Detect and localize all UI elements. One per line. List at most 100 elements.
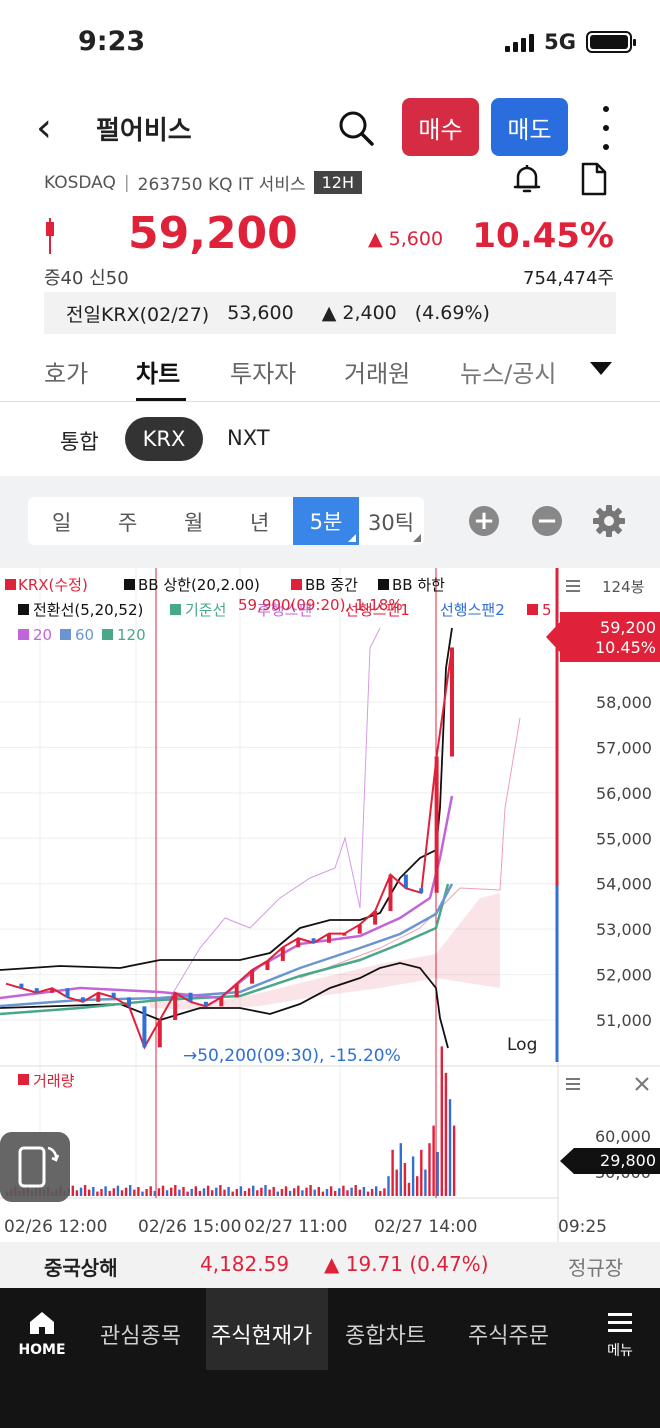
x-label-4: 02/27 14:00 bbox=[374, 1217, 477, 1237]
krx-label: 전일KRX(02/27) bbox=[66, 303, 210, 326]
period-month[interactable]: 월 bbox=[184, 507, 203, 537]
price-candle bbox=[80, 997, 85, 1002]
volume-tag: 29,800 bbox=[560, 1148, 660, 1174]
chart-menu-icon[interactable] bbox=[566, 580, 580, 592]
volume-menu-icon[interactable] bbox=[566, 1078, 580, 1090]
index-change: ▲ 19.71 (0.47%) bbox=[324, 1252, 489, 1276]
more-options-icon[interactable] bbox=[596, 106, 616, 150]
search-icon[interactable] bbox=[336, 108, 376, 148]
volume-bar bbox=[116, 1185, 120, 1196]
current-price-tag: 59,200 10.45% bbox=[546, 612, 660, 662]
index-name: 중국상해 bbox=[44, 1256, 118, 1280]
volume-bar bbox=[325, 1188, 329, 1196]
volume-bar bbox=[338, 1188, 341, 1196]
price-candle bbox=[157, 1020, 162, 1048]
volume-bar bbox=[284, 1186, 288, 1196]
legend-base: 기준선 bbox=[185, 601, 226, 619]
volume-bar bbox=[231, 1191, 234, 1196]
price-candle bbox=[234, 983, 239, 998]
volume-bar bbox=[350, 1187, 353, 1196]
price-candle bbox=[250, 970, 255, 984]
volume-bar bbox=[141, 1191, 144, 1196]
volume-bar bbox=[346, 1190, 349, 1196]
active-tab-indicator bbox=[136, 398, 186, 401]
high-price-note: 59,900(09:20), 1.18% bbox=[238, 596, 403, 614]
low-price-note: →50,200(09:30), -15.20% bbox=[183, 1046, 401, 1066]
legend-bb-mid: BB 중간 bbox=[305, 576, 358, 594]
margin-info: 증40 신50 bbox=[44, 268, 129, 289]
nav-current-price[interactable]: 주식현재가 bbox=[211, 1318, 312, 1350]
tab-investors[interactable]: 투자자 bbox=[230, 354, 296, 389]
stock-sub-info: KOSDAQ | 263750 KQ IT 서비스 12H bbox=[44, 170, 362, 195]
price-candle bbox=[34, 988, 39, 993]
period-5min[interactable]: 5분 bbox=[293, 497, 359, 545]
price-candle bbox=[388, 874, 393, 911]
volume-bar bbox=[149, 1186, 152, 1196]
volume-bar bbox=[424, 1169, 427, 1196]
nav-chart[interactable]: 종합차트 bbox=[345, 1318, 426, 1350]
volume-bar bbox=[288, 1190, 292, 1196]
volume-bar bbox=[178, 1189, 181, 1196]
bell-icon[interactable] bbox=[510, 162, 544, 196]
market-tab-integrated[interactable]: 통합 bbox=[60, 426, 99, 456]
volume-bar bbox=[161, 1185, 165, 1196]
volume-bar bbox=[301, 1190, 304, 1196]
price-candle bbox=[419, 888, 424, 893]
volume-bar bbox=[112, 1188, 115, 1196]
stock-name: 펄어비스 bbox=[96, 116, 192, 146]
volume-bar bbox=[309, 1185, 312, 1196]
rotate-screen-icon[interactable] bbox=[0, 1132, 70, 1202]
period-week[interactable]: 주 bbox=[118, 507, 137, 537]
period-30tick[interactable]: 30틱 bbox=[368, 507, 414, 537]
price-chart[interactable]: KRX(수정) BB 상한(20,2.00) BB 중간 BB 하한 전환선(5… bbox=[0, 568, 660, 1242]
price-candle bbox=[111, 992, 116, 998]
bottom-nav: HOME 관심종목 주식현재가 종합차트 주식주문 메뉴 bbox=[0, 1288, 660, 1428]
volume-bar bbox=[227, 1186, 230, 1196]
market-index-bar[interactable]: 중국상해 4,182.59 ▲ 19.71 (0.47%) 정규장 bbox=[0, 1242, 660, 1288]
nav-order[interactable]: 주식주문 bbox=[468, 1318, 549, 1350]
dropdown-corner-icon bbox=[413, 534, 421, 542]
nav-watchlist[interactable]: 관심종목 bbox=[100, 1318, 181, 1350]
volume-bar bbox=[432, 1125, 435, 1196]
volume-bar bbox=[440, 1046, 443, 1196]
period-year[interactable]: 년 bbox=[250, 507, 269, 537]
market-tab-nxt[interactable]: NXT bbox=[227, 426, 270, 450]
legend-ma120: 120 bbox=[117, 626, 146, 644]
price-candle bbox=[127, 997, 132, 1007]
volume-bar bbox=[329, 1186, 333, 1196]
price-candle bbox=[203, 1001, 208, 1007]
buy-button[interactable]: 매수 bbox=[402, 98, 479, 156]
tab-chart[interactable]: 차트 bbox=[136, 354, 180, 389]
price-change: ▲ 5,600 bbox=[368, 228, 444, 250]
volume-bar bbox=[264, 1185, 267, 1196]
gear-icon[interactable] bbox=[592, 504, 626, 538]
current-price: 59,200 bbox=[128, 208, 298, 259]
tab-orderbook[interactable]: 호가 bbox=[44, 354, 88, 389]
sell-button[interactable]: 매도 bbox=[491, 98, 568, 156]
document-icon[interactable] bbox=[578, 162, 610, 196]
period-day[interactable]: 일 bbox=[52, 507, 71, 537]
signal-icon bbox=[505, 32, 535, 52]
volume-bar bbox=[358, 1189, 361, 1196]
volume-bar bbox=[198, 1190, 202, 1196]
legend-conversion: 전환선(5,20,52) bbox=[33, 601, 143, 619]
tab-brokers[interactable]: 거래원 bbox=[344, 354, 410, 389]
volume-bar bbox=[137, 1186, 140, 1196]
zoom-out-icon[interactable]: − bbox=[532, 506, 562, 536]
volume-bar bbox=[153, 1190, 156, 1196]
volume-bar bbox=[420, 1149, 423, 1196]
volume-bar bbox=[375, 1186, 378, 1196]
volume-close-icon[interactable] bbox=[635, 1077, 649, 1091]
tab-dropdown-icon[interactable] bbox=[590, 362, 612, 375]
nav-home[interactable]: HOME bbox=[18, 1310, 66, 1358]
volume-bar bbox=[88, 1189, 91, 1196]
y-axis-label: 51,000 bbox=[596, 1011, 652, 1030]
nav-menu[interactable]: 메뉴 bbox=[600, 1312, 640, 1360]
home-label: HOME bbox=[18, 1342, 66, 1358]
trading-hours-badge: 12H bbox=[313, 171, 362, 194]
zoom-in-icon[interactable]: + bbox=[469, 506, 499, 536]
volume-bar bbox=[75, 1190, 79, 1196]
back-icon[interactable]: ‹ bbox=[36, 108, 52, 148]
tab-news[interactable]: 뉴스/공시 bbox=[460, 354, 556, 389]
market-tab-krx[interactable]: KRX bbox=[125, 417, 203, 461]
